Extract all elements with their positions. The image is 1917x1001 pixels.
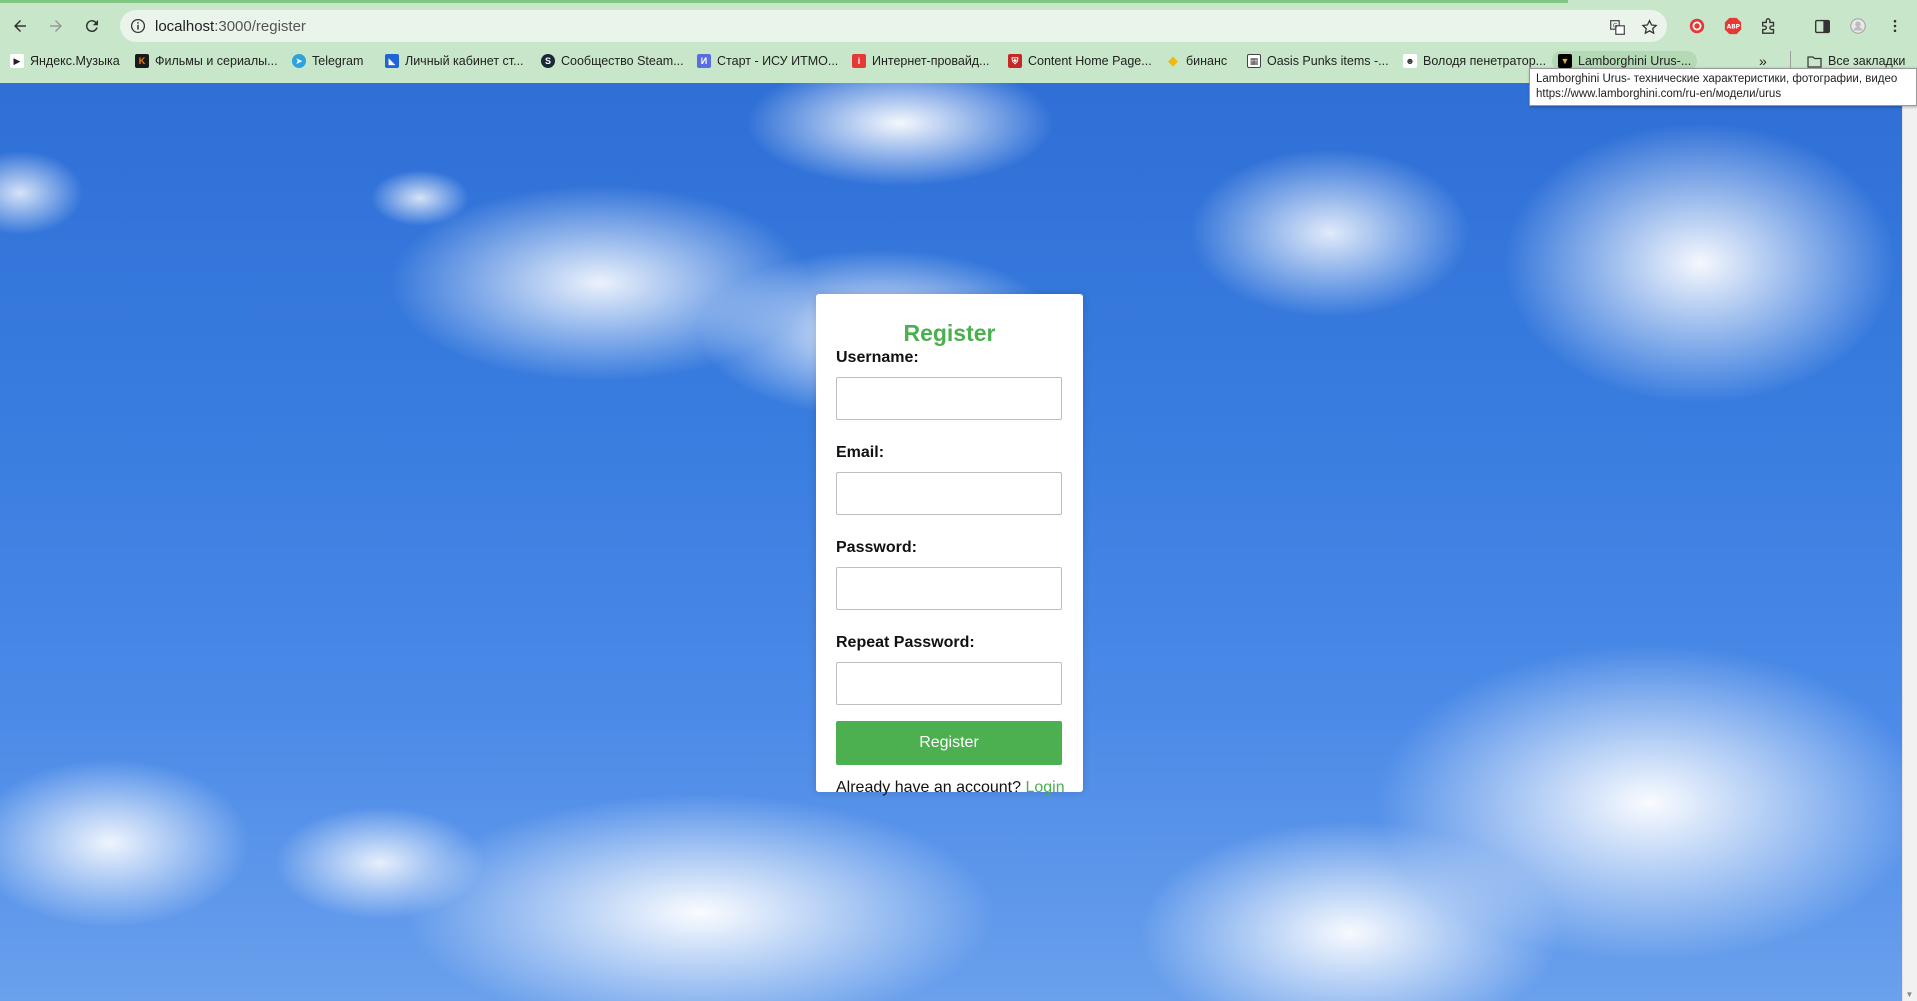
bookmark-item[interactable]: ▦ Oasis Punks items -... [1247,51,1389,71]
repeat-password-label: Repeat Password: [836,634,975,651]
address-bar[interactable]: localhost:3000/register G [120,10,1667,42]
bookmark-item[interactable]: ◆ бинанс [1166,51,1227,71]
username-label: Username: [836,349,919,366]
bookmark-star-icon[interactable] [1638,16,1660,38]
svg-text:ABP: ABP [1727,25,1741,31]
bookmark-label: Фильмы и сериалы... [155,54,278,68]
bookmark-item[interactable]: ◣ Личный кабинет ст... [385,51,524,71]
bookmark-label: Яндекс.Музыка [30,54,120,68]
play-icon: ▶ [10,54,24,68]
folder-icon [1807,55,1822,68]
bookmark-label: Володя пенетратор... [1423,54,1547,68]
password-label: Password: [836,539,917,556]
bookmark-label: бинанс [1186,54,1228,68]
forward-button[interactable] [43,13,69,39]
bookmark-label: Личный кабинет ст... [405,54,524,68]
bookmark-label: Lamborghini Urus-... [1578,54,1692,68]
tooltip-title: Lamborghini Urus- технические характерис… [1536,73,1898,85]
bookmark-label: Telegram [312,54,364,68]
oasis-icon: ▦ [1247,54,1261,68]
itmo-icon: И [697,54,711,68]
bookmark-item[interactable]: S Сообщество Steam... [541,51,684,71]
kinopoisk-icon: K [135,54,149,68]
bookmark-label: Content Home Page... [1028,54,1152,68]
url-text: localhost:3000/register [155,18,306,35]
reload-button[interactable] [79,13,105,39]
translate-icon[interactable]: G [1606,16,1628,38]
page-scrollbar[interactable]: ▼ [1902,83,1917,1001]
cabinet-icon: ◣ [385,54,399,68]
email-label: Email: [836,444,885,461]
sky-background: Register Username: Email: Password: Repe… [0,83,1917,1001]
binance-icon: ◆ [1168,53,1178,68]
side-panel-icon[interactable] [1811,15,1833,37]
tooltip-url: https://www.lamborghini.com/ru-en/модели… [1536,88,1782,100]
arrow-left-icon [14,20,26,32]
register-card: Register Username: Email: Password: Repe… [816,294,1083,796]
password-field[interactable] [836,567,1062,610]
extensions-puzzle-icon[interactable] [1758,15,1780,37]
steam-icon: S [541,54,555,68]
bookmark-item[interactable]: i Интернет-провайд... [852,51,990,71]
bookmark-label: Oasis Punks items -... [1267,54,1389,68]
arrow-right-icon [50,20,62,32]
page-title: Register [903,320,996,346]
bookmark-label: Интернет-провайд... [872,54,990,68]
bookmark-label: Сообщество Steam... [561,54,684,68]
bookmark-item[interactable]: И Старт - ИСУ ИТМО... [697,51,838,71]
email-field[interactable] [836,472,1062,515]
register-button[interactable]: Register [836,721,1062,765]
bookmark-item[interactable]: ⛨ Content Home Page... [1008,51,1152,71]
url-path: :3000/register [214,18,306,35]
svg-text:G: G [1612,22,1617,29]
login-prompt-line: Already have an account? Login [836,779,1065,797]
site-info-icon[interactable] [128,16,148,36]
all-bookmarks-label: Все закладки [1828,54,1906,68]
repeat-password-field[interactable] [836,662,1062,705]
login-link[interactable]: Login [1025,779,1064,796]
chevron-double-right-icon: » [1759,53,1767,69]
opera-extension-icon[interactable] [1686,15,1708,37]
bookmark-item[interactable]: ➤ Telegram [292,51,363,71]
bookmark-label: Старт - ИСУ ИТМО... [717,54,839,68]
lamborghini-icon: ▼ [1558,54,1572,68]
browser-toolbar: localhost:3000/register G ABP [0,4,1917,48]
telegram-icon: ➤ [292,54,306,68]
skull-icon: ☻ [1403,54,1417,68]
adblock-extension-icon[interactable]: ABP [1722,15,1744,37]
shield-icon: ⛨ [1008,54,1022,68]
username-field[interactable] [836,377,1062,420]
profile-avatar-icon[interactable] [1847,15,1869,37]
bookmark-item[interactable]: ▶ Яндекс.Музыка [10,51,120,71]
bookmark-item[interactable]: K Фильмы и сериалы... [135,51,278,71]
scroll-down-arrow-icon[interactable]: ▼ [1905,990,1914,999]
bookmark-tooltip: Lamborghini Urus- технические характерис… [1529,68,1917,106]
back-button[interactable] [7,13,33,39]
browser-menu-icon[interactable] [1884,15,1906,37]
reload-icon [85,20,98,33]
login-prompt: Already have an account? [836,779,1022,796]
url-host: localhost [155,18,215,35]
provider-icon: i [852,54,866,68]
bookmark-item[interactable]: ☻ Володя пенетратор... [1403,51,1546,71]
loading-bar [0,0,1568,3]
